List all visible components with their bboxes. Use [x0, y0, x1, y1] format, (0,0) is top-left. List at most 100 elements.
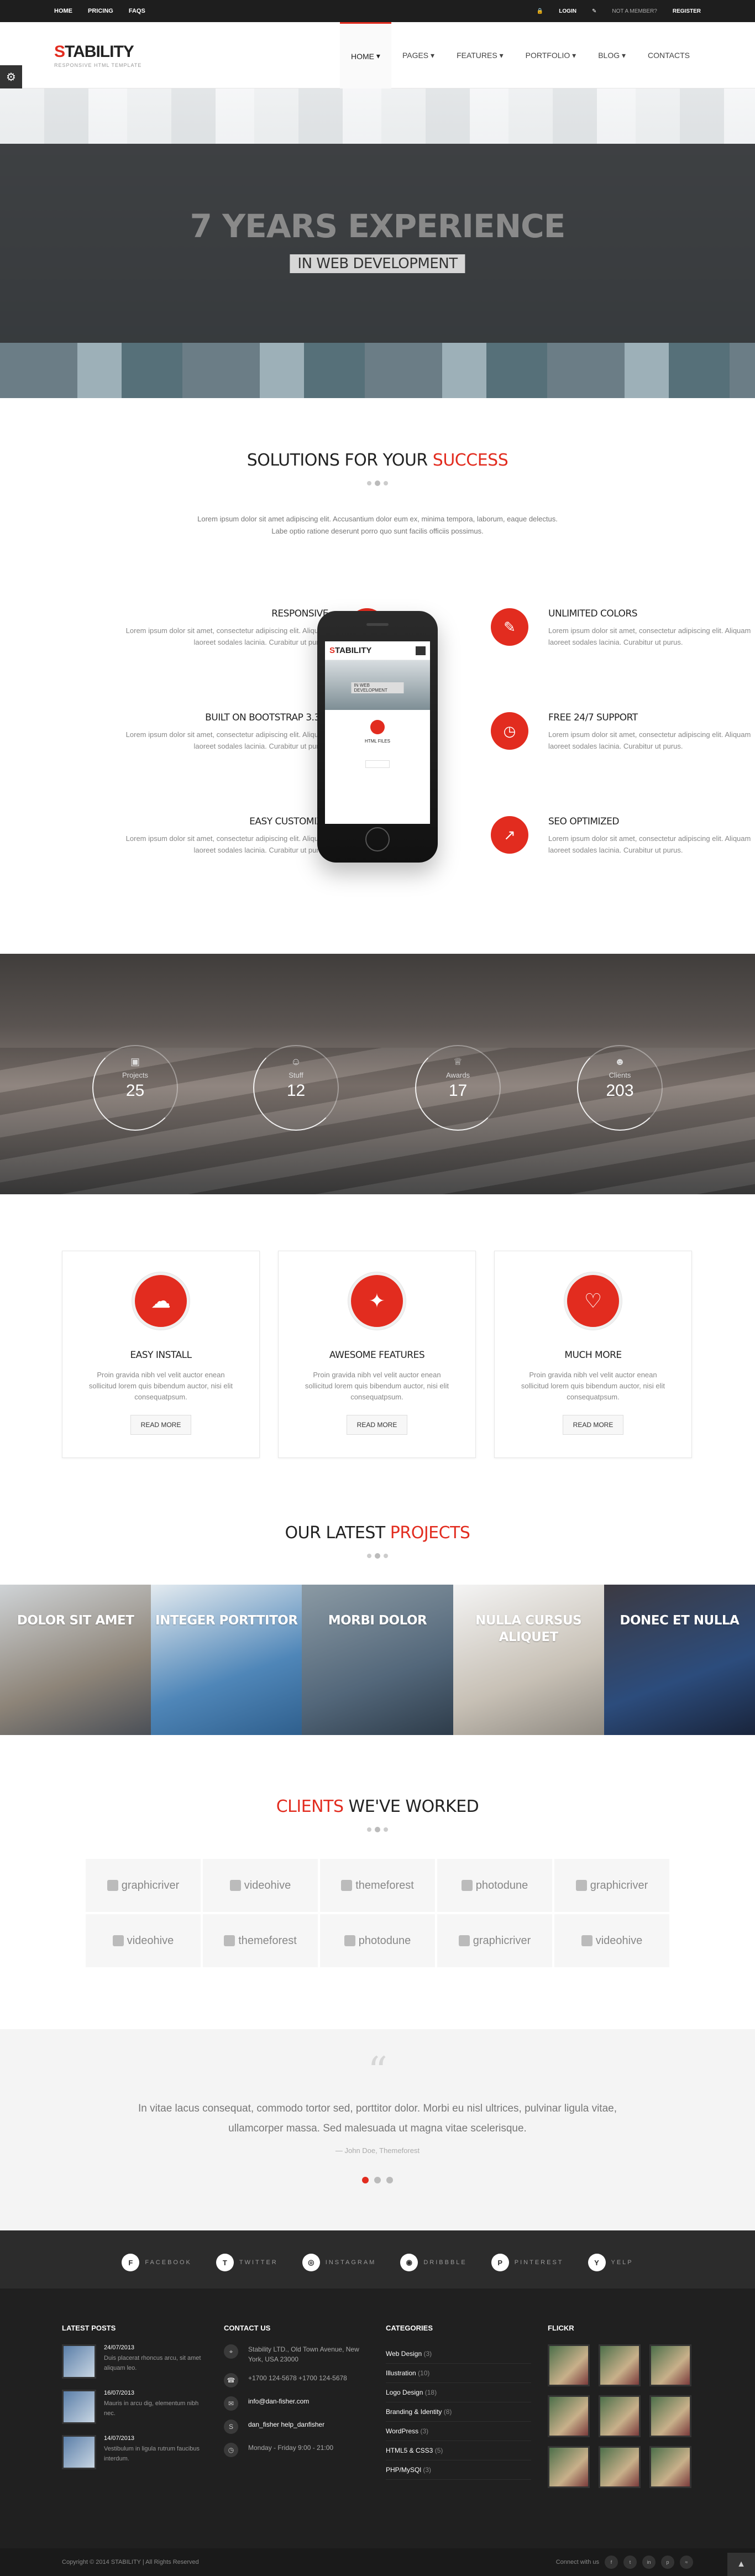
feature-bootstrap: Built on bootstrap 3.3.1 Lorem ipsum dol… — [118, 712, 386, 752]
post-item[interactable]: 24/07/2013 Duis placerat rhoncus arcu, si… — [62, 2344, 207, 2379]
read-more-button[interactable]: Read more — [563, 1415, 623, 1435]
flickr-photo[interactable] — [649, 2446, 691, 2488]
post-item[interactable]: 16/07/2013 Mauris in arcu dig, elementum … — [62, 2390, 207, 2424]
top-link-faqs[interactable]: FAQS — [129, 8, 145, 14]
flickr-photo[interactable] — [548, 2395, 590, 2437]
yelp-icon: y — [588, 2254, 606, 2271]
quote-icon: “ — [368, 2049, 387, 2094]
feature-colors: Unlimited colors Lorem ipsum dolor sit a… — [491, 608, 755, 648]
category-link[interactable]: HTML5 & CSS3 (5) — [386, 2441, 531, 2460]
nav-pages[interactable]: Pages ▾ — [391, 22, 445, 88]
client-logo[interactable]: videohive — [554, 1914, 669, 1967]
html-icon — [370, 720, 385, 734]
logo-tagline: Responsive HTML Template — [54, 62, 142, 68]
register-link[interactable]: Register — [673, 8, 701, 14]
counter-awards: ♕ Awards 17 — [415, 1045, 501, 1131]
solutions-title: Solutions for your success — [247, 451, 508, 470]
project-item[interactable]: Dolor sit amet — [0, 1585, 151, 1735]
read-more-button[interactable]: Read more — [347, 1415, 407, 1435]
category-link[interactable]: WordPress (3) — [386, 2422, 531, 2441]
social-facebook[interactable]: f Facebook — [122, 2254, 192, 2271]
category-link[interactable]: Web Design (3) — [386, 2344, 531, 2364]
hero-background — [0, 88, 755, 144]
flickr-photo[interactable] — [649, 2344, 691, 2386]
flickr-photo[interactable] — [649, 2395, 691, 2437]
category-link[interactable]: Branding & Identity (8) — [386, 2402, 531, 2422]
client-logo[interactable]: videohive — [203, 1859, 318, 1912]
hero-subtitle: in web development — [290, 254, 465, 273]
client-logo[interactable]: graphicriver — [86, 1859, 201, 1912]
section-divider — [0, 480, 755, 486]
logo[interactable]: STABILITY Responsive HTML Template — [54, 43, 141, 68]
pager-dot[interactable] — [386, 2177, 393, 2183]
client-logo[interactable]: themeforest — [320, 1859, 435, 1912]
post-item[interactable]: 14/07/2013 Vestibulum in ligula rutrum fa… — [62, 2435, 207, 2469]
login-link[interactable]: Login — [559, 8, 576, 14]
testimonial-quote: In vitae lacus consequat, commodo tortor… — [138, 2103, 617, 2134]
client-logo[interactable]: photodune — [320, 1914, 435, 1967]
counter-clients: ☻ Clients 203 — [577, 1045, 663, 1131]
project-item[interactable]: Morbi dolor — [302, 1585, 453, 1735]
client-logo[interactable]: themeforest — [203, 1914, 318, 1967]
project-item[interactable]: Donec et nulla — [604, 1585, 755, 1735]
section-divider — [0, 1553, 755, 1559]
social-twitter[interactable]: t Twitter — [216, 2254, 278, 2271]
facebook-icon[interactable]: f — [605, 2556, 618, 2569]
trophy-icon: ♕ — [453, 1056, 463, 1067]
nav-portfolio[interactable]: Portfolio ▾ — [515, 22, 588, 88]
pager-dot[interactable] — [374, 2177, 381, 2183]
solutions-header: Solutions for your success — [0, 451, 755, 486]
category-link[interactable]: Illustration (10) — [386, 2364, 531, 2383]
linkedin-icon[interactable]: in — [642, 2556, 656, 2569]
category-link[interactable]: Logo Design (18) — [386, 2383, 531, 2402]
rss-icon[interactable]: ≈ — [680, 2556, 693, 2569]
twitter-icon[interactable]: t — [623, 2556, 637, 2569]
social-dribbble[interactable]: ◉ Dribbble — [400, 2254, 466, 2271]
project-item[interactable]: Integer porttitor — [151, 1585, 302, 1735]
clock-icon: ◷ — [224, 2443, 238, 2457]
social-instagram[interactable]: ◎ Instagram — [302, 2254, 376, 2271]
users-icon: ☺ — [291, 1056, 301, 1067]
social-pinterest[interactable]: p Pinterest — [491, 2254, 564, 2271]
top-link-home[interactable]: Home — [54, 8, 72, 14]
flickr-photo[interactable] — [599, 2395, 641, 2437]
counters-section: ▣ Projects 25 ☺ Stuff 12 ♕ Awards 17 ☻ C… — [0, 954, 755, 1194]
menu-icon — [416, 646, 426, 655]
top-bar-account: 🔒 Login ✎ Not a member? Register — [537, 8, 701, 14]
flickr-photo[interactable] — [548, 2344, 590, 2386]
user-icon: ☻ — [615, 1056, 625, 1067]
feature-seo: SEO optimized Lorem ipsum dolor sit amet… — [491, 816, 755, 856]
main-nav: Home ▾ Pages ▾ Features ▾ Portfolio ▾ Bl… — [340, 22, 701, 88]
flickr-photo[interactable] — [599, 2344, 641, 2386]
client-logo[interactable]: photodune — [437, 1859, 552, 1912]
copyright: Copyright © 2014 STABILITY | All Rights … — [62, 2559, 199, 2565]
top-bar-links: Home Pricing FAQS — [54, 8, 145, 14]
nav-features[interactable]: Features ▾ — [445, 22, 515, 88]
flickr-photo[interactable] — [548, 2446, 590, 2488]
testimonial-author: — John Doe, Themeforest — [335, 2146, 420, 2155]
bottom-bar: Copyright © 2014 STABILITY | All Rights … — [0, 2548, 755, 2576]
flickr-photo[interactable] — [599, 2446, 641, 2488]
nav-blog[interactable]: Blog ▾ — [587, 22, 637, 88]
category-link[interactable]: PHP/MySQl (3) — [386, 2460, 531, 2480]
hero-title: 7 Years Experience — [190, 207, 566, 245]
pager-dot[interactable] — [362, 2177, 369, 2183]
settings-gear-icon[interactable]: ⚙ — [0, 65, 22, 88]
connect-label: Connect with us — [555, 2559, 599, 2565]
feature-responsive: Responsive Lorem ipsum dolor sit amet, c… — [118, 608, 386, 648]
read-more-button[interactable]: Read more — [130, 1415, 191, 1435]
scroll-to-top-button[interactable]: ▲ — [727, 2553, 755, 2576]
social-yelp[interactable]: y Yelp — [588, 2254, 633, 2271]
client-logo[interactable]: videohive — [86, 1914, 201, 1967]
pinterest-icon[interactable]: p — [661, 2556, 674, 2569]
client-logo[interactable]: graphicriver — [437, 1914, 552, 1967]
project-item[interactable]: Nulla cursus aliquet — [453, 1585, 604, 1735]
email-link[interactable]: info@dan-fisher.com — [248, 2396, 309, 2406]
top-link-pricing[interactable]: Pricing — [88, 8, 113, 14]
client-logo[interactable]: graphicriver — [554, 1859, 669, 1912]
nav-contacts[interactable]: Contacts — [637, 22, 701, 88]
footer-latest-posts: Latest Posts 24/07/2013 Duis placerat rho… — [62, 2324, 207, 2488]
nav-home[interactable]: Home ▾ — [340, 22, 391, 88]
projects-grid: Dolor sit amet Integer porttitor Morbi d… — [0, 1585, 755, 1735]
skype-icon: S — [224, 2420, 238, 2434]
